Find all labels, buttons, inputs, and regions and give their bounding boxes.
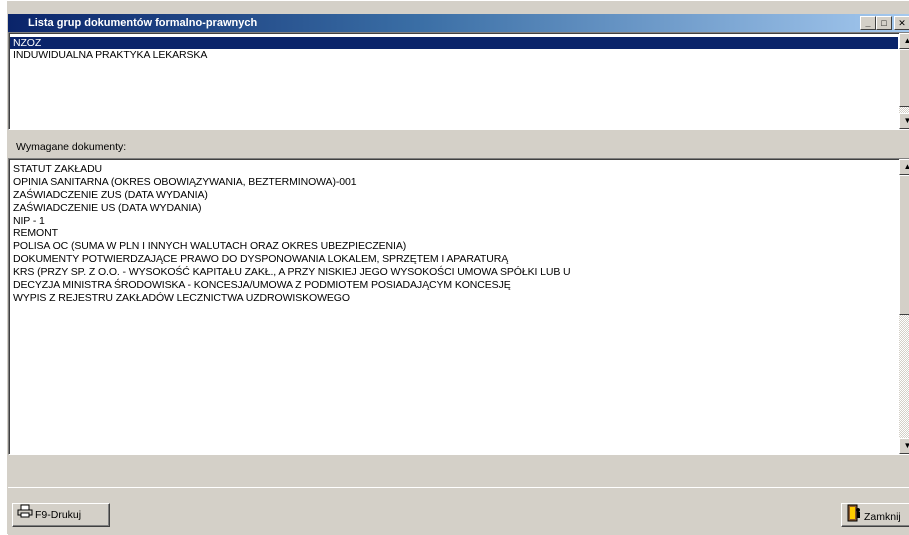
documents-scrollbar[interactable]: ▲ ▼	[899, 159, 909, 454]
minimize-button[interactable]: _	[860, 16, 876, 30]
document-item[interactable]: OPINIA SANITARNA (OKRES OBOWIĄZYWANIA, B…	[10, 176, 898, 189]
document-item[interactable]: WYPIS Z REJESTRU ZAKŁADÓW LECZNICTWA UZD…	[10, 292, 898, 305]
document-item[interactable]: DOKUMENTY POTWIERDZAJĄCE PRAWO DO DYSPON…	[10, 253, 898, 266]
print-button-label: F9-Drukuj	[35, 509, 82, 521]
required-documents-label: Wymagane dokumenty:	[16, 141, 127, 153]
scroll-up-arrow-icon[interactable]: ▲	[899, 33, 909, 49]
bottom-toolbar: F9-Drukuj Zamknij	[8, 487, 909, 535]
document-item[interactable]: NIP - 1	[10, 215, 898, 228]
window-title: Lista grup dokumentów formalno-prawnych	[28, 17, 258, 29]
document-item[interactable]: STATUT ZAKŁADU	[10, 163, 898, 176]
status-area	[8, 455, 909, 487]
group-item-nzoz[interactable]: NZOZ	[10, 37, 898, 49]
groups-scrollbar[interactable]: ▲ ▼	[899, 33, 909, 129]
printer-icon	[17, 504, 33, 526]
group-item-individual-practice[interactable]: INDUWIDUALNA PRAKTYKA LEKARSKA	[10, 49, 898, 61]
document-item[interactable]: POLISA OC (SUMA W PLN I INNYCH WALUTACH …	[10, 240, 898, 253]
required-documents-list[interactable]: STATUT ZAKŁADU OPINIA SANITARNA (OKRES O…	[8, 158, 909, 455]
document-item[interactable]: DECYZJA MINISTRA ŚRODOWISKA - KONCESJA/U…	[10, 279, 898, 292]
scroll-down-arrow-icon[interactable]: ▼	[899, 113, 909, 129]
close-button-label: Zamknij	[864, 510, 901, 523]
document-item[interactable]: REMONT	[10, 227, 898, 240]
title-bar[interactable]: Lista grup dokumentów formalno-prawnych …	[8, 14, 909, 32]
document-groups-list[interactable]: NZOZ INDUWIDUALNA PRAKTYKA LEKARSKA ▲ ▼	[8, 32, 909, 130]
document-item[interactable]: KRS (PRZY SP. Z O.O. - WYSOKOŚĆ KAPITAŁU…	[10, 266, 898, 279]
close-button[interactable]: Zamknij	[841, 503, 909, 527]
main-window: Lista grup dokumentów formalno-prawnych …	[6, 0, 909, 535]
maximize-button[interactable]: □	[876, 16, 892, 30]
print-button[interactable]: F9-Drukuj	[12, 503, 110, 527]
document-item[interactable]: ZAŚWIADCZENIE US (DATA WYDANIA)	[10, 202, 898, 215]
scroll-down-arrow-icon[interactable]: ▼	[899, 438, 909, 454]
documents-scroll-thumb[interactable]	[899, 175, 909, 315]
door-exit-icon	[846, 504, 862, 530]
close-window-button[interactable]: ✕	[894, 16, 909, 30]
document-item[interactable]: ZAŚWIADCZENIE ZUS (DATA WYDANIA)	[10, 189, 898, 202]
scroll-up-arrow-icon[interactable]: ▲	[899, 159, 909, 175]
groups-scroll-thumb[interactable]	[899, 49, 909, 107]
